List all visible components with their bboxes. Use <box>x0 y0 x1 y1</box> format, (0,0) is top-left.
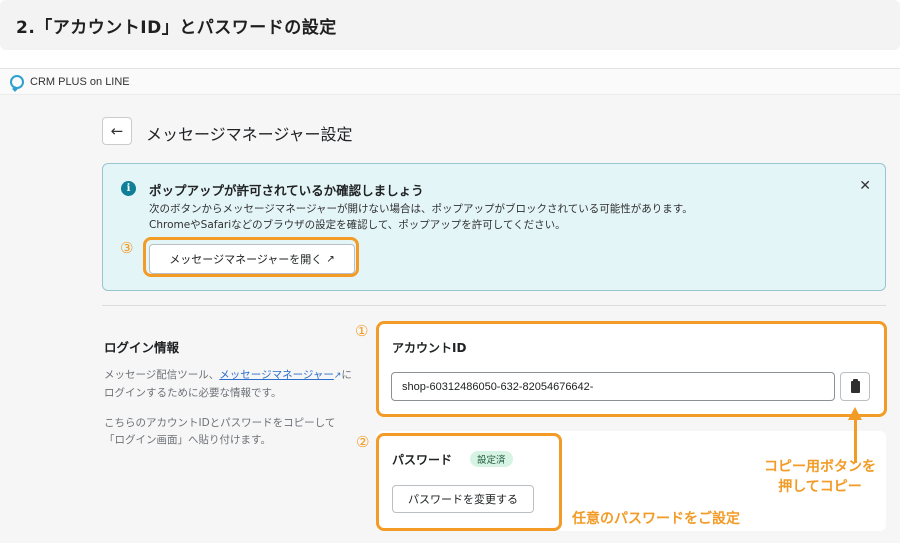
callout-box-1 <box>376 321 887 417</box>
message-manager-link[interactable]: メッセージマネージャー <box>219 369 334 381</box>
app-name: CRM PLUS on LINE <box>30 75 130 88</box>
heading-title: 2.「アカウントID」とパスワードの設定 <box>16 17 337 38</box>
callout-box-2 <box>376 433 562 531</box>
chat-bubble-icon <box>10 74 24 89</box>
banner-body: 次のボタンからメッセージマネージャーが開けない場合は、ポップアップがブロックされ… <box>149 203 693 231</box>
copy-note-line2: 押してコピー <box>778 479 862 495</box>
step-number-2: ② <box>356 433 370 451</box>
page-title: メッセージマネージャー設定 <box>146 125 353 144</box>
copy-note-line1: コピー用ボタンを <box>764 459 876 475</box>
back-button[interactable]: ← <box>102 117 132 145</box>
heading-bar: 2.「アカウントID」とパスワードの設定 <box>0 0 900 50</box>
divider <box>102 305 886 306</box>
login-info-desc: メッセージ配信ツール、メッセージマネージャー↗にログインするために必要な情報です… <box>104 367 354 402</box>
step-number-3: ③ <box>120 239 134 257</box>
info-icon: i <box>121 181 136 196</box>
login-info-title: ログイン情報 <box>104 340 180 355</box>
login-info-desc2: こちらのアカウントIDとパスワードをコピーして 「ログイン画面」へ貼り付けます。 <box>104 417 336 446</box>
banner-title: ポップアップが許可されているか確認しましょう <box>149 183 424 198</box>
copy-note: コピー用ボタンを 押してコピー <box>742 457 898 497</box>
callout-box-3 <box>143 237 359 277</box>
close-icon[interactable]: ✕ <box>859 178 871 194</box>
app-screenshot: CRM PLUS on LINE ← メッセージマネージャー設定 i ポップアッ… <box>0 68 900 543</box>
password-note: 任意のパスワードをご設定 <box>572 511 740 527</box>
arrow-left-icon: ← <box>110 122 124 140</box>
step-number-1: ① <box>355 322 369 340</box>
app-bar: CRM PLUS on LINE <box>0 69 900 95</box>
login-desc-prefix: メッセージ配信ツール、 <box>104 369 220 381</box>
